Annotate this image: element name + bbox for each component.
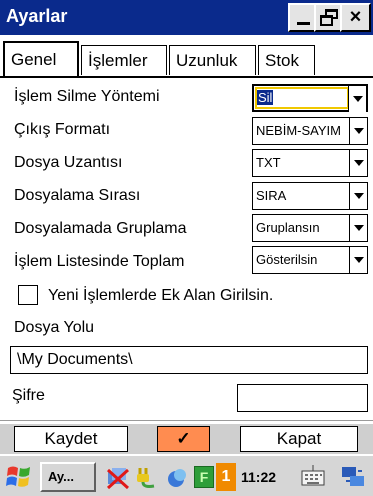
label-list-total: İşlem Listesinde Toplam (14, 253, 185, 270)
chevron-down-icon[interactable] (348, 86, 366, 112)
divider (0, 420, 373, 421)
chevron-down-icon[interactable] (349, 183, 367, 209)
file-extension-select[interactable]: TXT (252, 149, 368, 177)
close-window-button[interactable]: Kapat (240, 426, 358, 452)
button-bar: Kaydet ✓ Kapat (0, 424, 373, 454)
title-bar: Ayarlar × (0, 0, 373, 35)
close-button[interactable]: × (340, 3, 371, 32)
f-badge-icon[interactable]: F (194, 466, 214, 488)
windows-flag-icon (6, 466, 30, 487)
minimize-icon (297, 22, 310, 25)
tab-divider (0, 76, 373, 78)
label-output-format: Çıkış Formatı (14, 121, 111, 138)
select-value: Sil (257, 90, 274, 105)
tab-stok[interactable]: Stok (258, 45, 315, 75)
select-value: TXT (256, 155, 281, 170)
extra-fields-checkbox[interactable] (18, 285, 38, 305)
filing-order-select[interactable]: SIRA (252, 182, 368, 210)
keyboard-icon[interactable] (296, 462, 330, 492)
extra-fields-label: Yeni İşlemlerde Ek Alan Girilsin. (48, 287, 274, 304)
chevron-down-icon[interactable] (349, 215, 367, 241)
tab-strip: Genel İşlemler Uzunluk Stok (0, 35, 373, 79)
select-value: SIRA (256, 188, 287, 203)
label-password: Şifre (12, 387, 45, 404)
select-value: Gösterilsin (256, 252, 318, 267)
checkmark-icon: ✓ (176, 429, 191, 448)
taskbar-app-button[interactable]: Ay... (40, 462, 96, 492)
label-filing-grouping: Dosyalamada Gruplama (14, 220, 187, 237)
list-total-select[interactable]: Gösterilsin (252, 246, 368, 274)
tab-label: Uzunluk (176, 51, 238, 70)
window-title: Ayarlar (6, 6, 68, 26)
chevron-down-icon[interactable] (349, 247, 367, 273)
select-value: Gruplansın (256, 220, 320, 235)
network-icon[interactable] (104, 462, 132, 492)
ok-button[interactable]: ✓ (157, 426, 210, 452)
label-delete-method: İşlem Silme Yöntemi (14, 88, 160, 105)
tab-label: İşlemler (88, 51, 148, 70)
notification-count-badge[interactable]: 1 (216, 463, 236, 491)
label-filing-order: Dosyalama Sırası (14, 187, 141, 204)
label-file-path: Dosya Yolu (14, 319, 95, 336)
tab-label: Stok (265, 51, 300, 70)
tab-uzunluk[interactable]: Uzunluk (169, 45, 256, 75)
output-format-select[interactable]: NEBİM-SAYIM (252, 117, 368, 145)
connectivity-icon[interactable] (338, 462, 370, 492)
tab-label: Genel (11, 50, 57, 69)
tab-islemler[interactable]: İşlemler (81, 45, 167, 75)
taskbar: Ay... F 1 11:22 (0, 455, 373, 496)
chevron-down-icon[interactable] (349, 150, 367, 176)
delete-method-select[interactable]: Sil (252, 84, 368, 112)
password-input[interactable] (237, 384, 368, 412)
sync-icon[interactable] (164, 462, 192, 492)
close-icon: × (349, 6, 362, 28)
chevron-down-icon[interactable] (349, 118, 367, 144)
file-path-input[interactable]: \My Documents\ (10, 346, 368, 374)
filing-grouping-select[interactable]: Gruplansın (252, 214, 368, 242)
start-button[interactable] (4, 462, 36, 492)
tab-genel[interactable]: Genel (3, 41, 79, 76)
save-button[interactable]: Kaydet (14, 426, 128, 452)
power-plug-icon[interactable] (134, 462, 162, 492)
select-value: NEBİM-SAYIM (256, 123, 341, 138)
label-file-extension: Dosya Uzantısı (14, 154, 123, 171)
clock[interactable]: 11:22 (241, 462, 291, 492)
